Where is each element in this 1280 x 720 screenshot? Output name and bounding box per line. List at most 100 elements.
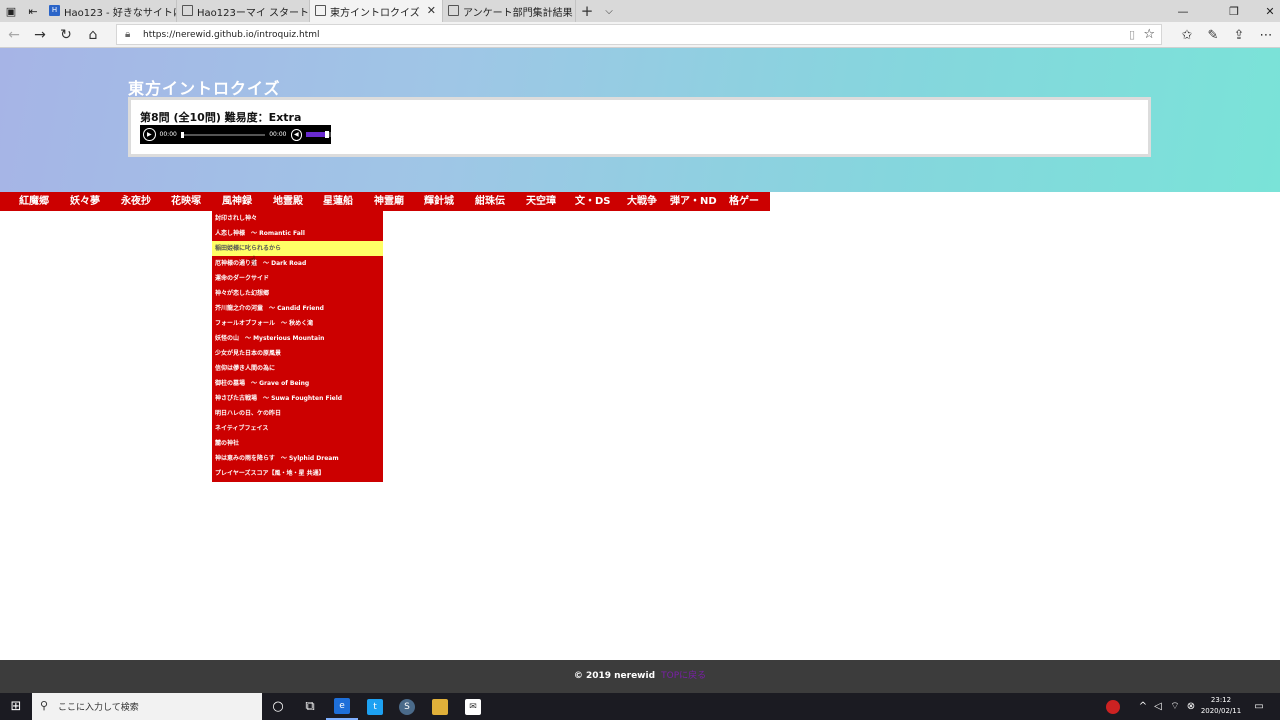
menu-item[interactable]: 花映塚 bbox=[171, 192, 201, 211]
dropdown-item[interactable]: 明日ハレの日、ケの昨日 bbox=[212, 406, 383, 421]
menu-item[interactable]: 大戦争 bbox=[627, 192, 657, 211]
page-title: 東方イントロクイズ bbox=[128, 79, 281, 98]
menu-item[interactable]: 紺珠伝 bbox=[475, 192, 505, 211]
show-hidden-icons-icon[interactable]: ^ bbox=[1136, 693, 1150, 720]
status-icon[interactable]: ⊗ bbox=[1184, 693, 1198, 720]
edge-logo: e bbox=[334, 697, 350, 714]
seek-thumb[interactable] bbox=[180, 131, 184, 138]
tab-title: Hao123 - 好きなサイトにすぐ行 bbox=[64, 7, 176, 19]
tab-hao123[interactable]: H Hao123 - 好きなサイトにすぐ行 bbox=[44, 0, 177, 22]
dropdown-item[interactable]: 稲田姫様に叱られるから bbox=[212, 241, 383, 256]
dropdown-item[interactable]: 少女が見た日本の原風景 bbox=[212, 346, 383, 361]
url-text: https://nerewid.github.io/introquiz.html bbox=[143, 29, 320, 40]
taskbar-clock[interactable]: 23:12 2020/02/11 bbox=[1198, 695, 1244, 717]
dropdown-item[interactable]: 神々が恋した幻想郷 bbox=[212, 286, 383, 301]
cortana-icon[interactable]: ○ bbox=[262, 693, 294, 720]
dropdown-item[interactable]: 人恋し神様 ～ Romantic Fall bbox=[212, 226, 383, 241]
twitter-taskbar-icon[interactable]: t bbox=[359, 693, 391, 720]
series-menu-bar: 紅魔郷 妖々夢 永夜抄 花映塚 風神録 地霊殿 星蓮船 神霊廟 輝針城 紺珠伝 天空璋 文・DS 大戦争… bbox=[0, 192, 770, 211]
question-text: 第8問 (全10問) 難易度：Extra bbox=[140, 111, 302, 124]
tab-preview-chevron-icon[interactable]: ⌵ bbox=[598, 0, 620, 22]
duration-time: 00:00 bbox=[269, 131, 287, 138]
taskbar-search-box[interactable]: ⚲ ここに入力して検索 bbox=[32, 693, 262, 720]
menu-item[interactable]: 文・DS bbox=[575, 192, 611, 211]
copyright-text: © 2019 nerewid bbox=[573, 671, 656, 681]
quiz-panel: 第8問 (全10問) 難易度：Extra ▶ 00:00 00:00 ◀ bbox=[128, 97, 1151, 157]
network-icon[interactable]: ⌔ bbox=[1168, 693, 1182, 720]
close-window-button[interactable]: ✕ bbox=[1252, 0, 1280, 22]
dropdown-item[interactable]: 芥川龍之介の河童 ～ Candid Friend bbox=[212, 301, 383, 316]
page-icon bbox=[315, 5, 326, 16]
new-tab-button[interactable]: + bbox=[576, 0, 598, 22]
restore-button[interactable]: ❐ bbox=[1216, 0, 1252, 22]
windows-taskbar: ⊞ ⚲ ここに入力して検索 ○ ⧉ e t S ✉ ^ ◁ ⌔ ⊗ 23:12 … bbox=[0, 693, 1280, 720]
web-page: 東方イントロクイズ 第8問 (全10問) 難易度：Extra ▶ 00:00 0… bbox=[0, 48, 1280, 693]
mouse-cursor-icon: ☝ bbox=[248, 254, 256, 269]
dropdown-item[interactable]: 厄神様の通り道 ～ Dark Road bbox=[212, 256, 383, 271]
dropdown-item[interactable]: 封印されし神々 bbox=[212, 211, 383, 226]
dropdown-item[interactable]: 御柱の墓場 ～ Grave of Being bbox=[212, 376, 383, 391]
dropdown-item[interactable]: 神さびた古戦場 ～ Suwa Foughten Field bbox=[212, 391, 383, 406]
dropdown-item[interactable]: 麓の神社 bbox=[212, 436, 383, 451]
dropdown-item[interactable]: 信仰は儚き人間の為に bbox=[212, 361, 383, 376]
home-icon[interactable]: ⌂ bbox=[80, 22, 106, 48]
notification-icon[interactable]: ▭ bbox=[1250, 693, 1268, 720]
menu-item[interactable]: 永夜抄 bbox=[121, 192, 151, 211]
reading-view-icon[interactable]: ▯ bbox=[1129, 28, 1135, 41]
dropdown-item[interactable]: 妖怪の山 ～ Mysterious Mountain bbox=[212, 331, 383, 346]
play-icon[interactable]: ▶ bbox=[143, 128, 156, 141]
pen-icon[interactable]: ✎ bbox=[1200, 22, 1226, 48]
address-bar[interactable]: 🔒︎ https://nerewid.github.io/introquiz.h… bbox=[116, 24, 1162, 45]
tab-title: Hao123ーマイ スタートページ bbox=[197, 7, 310, 19]
menu-item[interactable]: 弾ア・ND bbox=[670, 192, 717, 211]
volume-thumb[interactable] bbox=[324, 131, 329, 138]
back-arrow-icon[interactable]: ← bbox=[1, 22, 27, 48]
volume-slider[interactable] bbox=[306, 131, 331, 138]
forward-arrow-icon[interactable]: → bbox=[27, 22, 53, 48]
search-placeholder: ここに入力して検索 bbox=[58, 703, 139, 713]
menu-item[interactable]: 星蓮船 bbox=[323, 192, 353, 211]
twitter-logo: t bbox=[367, 698, 383, 715]
dropdown-item[interactable]: 神は恵みの雨を降らす ～ Sylphid Dream bbox=[212, 451, 383, 466]
volume-icon[interactable]: ◀ bbox=[290, 128, 303, 141]
tray-app-icon[interactable] bbox=[1104, 693, 1122, 720]
tab-title: アンケート部門集計結果 - 第1 bbox=[463, 7, 575, 19]
set-aside-tabs-icon[interactable]: ⇤ bbox=[22, 0, 44, 22]
favorites-icon[interactable]: ✩ bbox=[1174, 22, 1200, 48]
minimize-button[interactable]: — bbox=[1165, 0, 1201, 22]
menu-item[interactable]: 天空璋 bbox=[526, 192, 556, 211]
speaker-icon[interactable]: ◁ bbox=[1151, 693, 1165, 720]
volume-fill bbox=[306, 132, 327, 137]
dropdown-item[interactable]: フォールオブフォール ～ 秋めく滝 bbox=[212, 316, 383, 331]
dropdown-item[interactable]: プレイヤーズスコア【風・地・星 共通】 bbox=[212, 466, 383, 481]
edge-taskbar-icon[interactable]: e bbox=[326, 693, 358, 720]
dropdown-item[interactable]: 運命のダークサイド bbox=[212, 271, 383, 286]
menu-item[interactable]: 格ゲー bbox=[729, 192, 759, 211]
task-view-icon[interactable]: ⧉ bbox=[294, 693, 326, 720]
refresh-icon[interactable]: ↻ bbox=[53, 22, 79, 48]
share-icon[interactable]: ⇪ bbox=[1226, 22, 1252, 48]
current-time: 00:00 bbox=[159, 131, 177, 138]
mail-logo: ✉ bbox=[465, 698, 481, 715]
tab-actions-icon[interactable]: ▣ bbox=[0, 0, 22, 22]
seek-bar[interactable] bbox=[180, 131, 266, 138]
menu-item[interactable]: 輝針城 bbox=[424, 192, 454, 211]
file-explorer-icon[interactable] bbox=[424, 693, 456, 720]
windows-start-icon[interactable]: ⊞ bbox=[0, 693, 32, 720]
mail-taskbar-icon[interactable]: ✉ bbox=[457, 693, 489, 720]
menu-item[interactable]: 風神録 bbox=[222, 192, 252, 211]
menu-item[interactable]: 妖々夢 bbox=[70, 192, 100, 211]
top-link[interactable]: TOPに戻る bbox=[661, 671, 706, 681]
close-tab-icon[interactable]: ✕ bbox=[427, 4, 436, 17]
folder-logo bbox=[432, 698, 448, 715]
dropdown-item[interactable]: ネイティブフェイス bbox=[212, 421, 383, 436]
tab-survey[interactable]: アンケート部門集計結果 - 第1 bbox=[443, 0, 576, 22]
menu-item[interactable]: 地霊殿 bbox=[273, 192, 303, 211]
menu-item[interactable]: 紅魔郷 bbox=[19, 192, 49, 211]
menu-item[interactable]: 神霊廟 bbox=[374, 192, 404, 211]
tab-hao123-start[interactable]: Hao123ーマイ スタートページ bbox=[177, 0, 310, 22]
app-taskbar-icon[interactable]: S bbox=[391, 693, 423, 720]
favorite-star-icon[interactable]: ☆ bbox=[1143, 27, 1155, 42]
tab-introquiz[interactable]: 東方イントロクイズ ✕ bbox=[310, 0, 443, 22]
more-icon[interactable]: ⋯ bbox=[1253, 22, 1279, 48]
